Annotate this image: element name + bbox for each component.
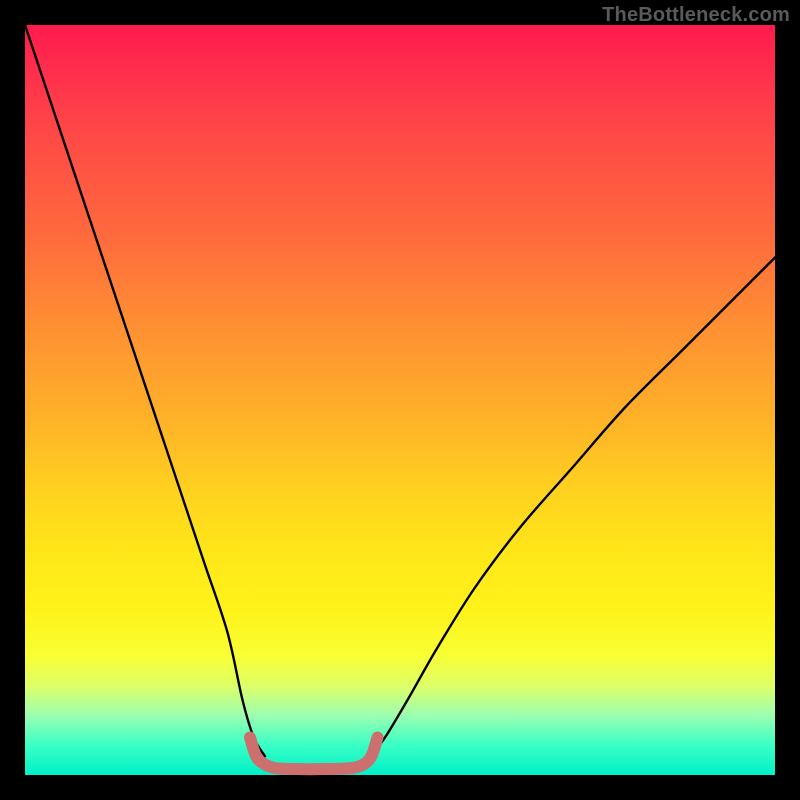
- trough-marker: [250, 738, 378, 770]
- curve-right: [370, 258, 775, 757]
- watermark-label: TheBottleneck.com: [602, 4, 790, 27]
- curve-layer: [25, 25, 775, 775]
- chart-frame: TheBottleneck.com: [0, 0, 800, 800]
- curve-left: [25, 25, 265, 756]
- plot-area: [25, 25, 775, 775]
